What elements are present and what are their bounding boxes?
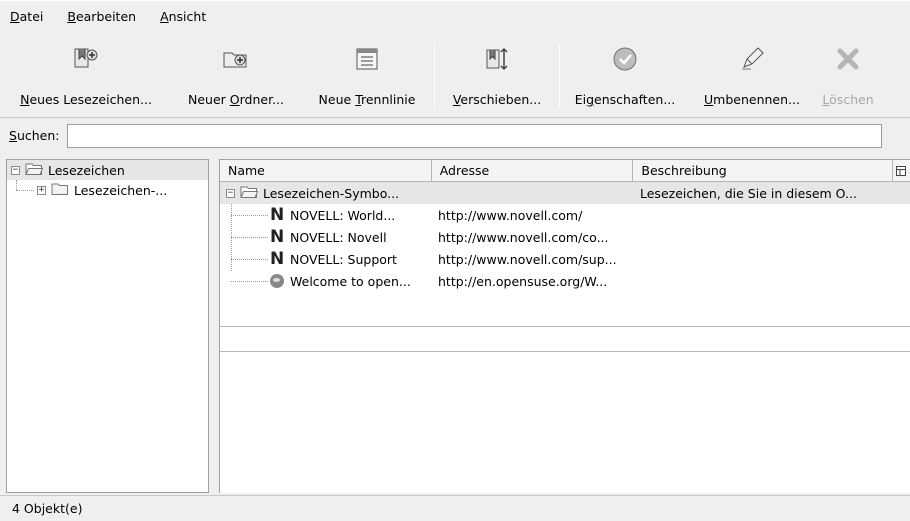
tree-item-label: Lesezeichen [48, 162, 125, 178]
folder-icon [51, 182, 69, 199]
tree-line [231, 237, 268, 238]
pencil-icon [739, 42, 765, 76]
folder-tree: − Lesezeichen + Lesezeichen-... [6, 159, 209, 493]
column-config-icon[interactable] [893, 160, 910, 181]
tree-item-root[interactable]: − Lesezeichen [7, 160, 208, 180]
list-separator [220, 326, 910, 327]
new-bookmark-button[interactable]: Neues Lesezeichen... [0, 40, 172, 114]
status-bar: 4 Objekt(e) [0, 495, 910, 521]
menu-bar: Datei Bearbeiten Ansicht [0, 0, 910, 32]
list-item-folder[interactable]: − Lesezeichen-Symbo... Lesezeichen, die … [220, 182, 910, 204]
new-folder-icon [222, 42, 250, 76]
new-folder-button[interactable]: Neuer Ordner... [172, 40, 300, 114]
properties-button[interactable]: Eigenschaften... [560, 40, 690, 114]
search-label: Suchen: [9, 128, 60, 143]
new-bookmark-icon [73, 42, 99, 76]
bookmark-name: NOVELL: Support [290, 251, 397, 267]
bookmark-address: http://www.novell.com/co... [438, 229, 609, 245]
column-header-name[interactable]: Name [220, 160, 432, 181]
checkmark-icon [612, 42, 638, 76]
move-button[interactable]: Verschieben... [435, 40, 559, 114]
rename-button[interactable]: Umbenennen... [690, 40, 814, 114]
bookmark-description: Lesezeichen, die Sie in diesem O... [640, 185, 857, 201]
bookmark-list: Name Adresse Beschreibung − Lesezeichen-… [219, 159, 910, 493]
tree-line [231, 259, 268, 260]
search-input[interactable] [67, 123, 883, 148]
tree-line [16, 190, 34, 191]
list-item-bookmark[interactable]: Welcome to open... http://en.opensuse.or… [220, 270, 910, 292]
column-header-address[interactable]: Adresse [432, 160, 634, 181]
delete-button[interactable]: Löschen [814, 40, 882, 114]
menu-datei[interactable]: Datei [10, 9, 43, 24]
collapse-icon[interactable]: − [11, 165, 20, 175]
opensuse-icon [270, 274, 284, 288]
list-item-bookmark[interactable]: N NOVELL: Support http://www.novell.com/… [220, 248, 910, 270]
menu-ansicht[interactable]: Ansicht [160, 9, 206, 24]
tree-item-child[interactable]: + Lesezeichen-... [7, 180, 208, 200]
list-item-bookmark[interactable]: N NOVELL: World... http://www.novell.com… [220, 204, 910, 226]
bookmark-name: NOVELL: Novell [290, 229, 387, 245]
novell-icon: N [270, 206, 285, 224]
menu-bearbeiten[interactable]: Bearbeiten [67, 9, 136, 24]
search-bar: Suchen: [0, 117, 910, 153]
bookmark-address: http://en.opensuse.org/W... [438, 273, 608, 289]
bookmark-address: http://www.novell.com/ [438, 207, 583, 223]
list-separator [220, 351, 910, 352]
new-separator-button[interactable]: Neue Trennlinie [300, 40, 434, 114]
status-text: 4 Objekt(e) [12, 501, 83, 516]
folder-open-icon [240, 185, 259, 202]
bookmark-name: Lesezeichen-Symbo... [263, 185, 400, 201]
delete-icon [836, 42, 860, 76]
expand-icon[interactable]: + [37, 185, 46, 195]
tree-line [16, 180, 17, 190]
collapse-icon[interactable]: − [226, 188, 235, 198]
column-header-description[interactable]: Beschreibung [633, 160, 894, 181]
bookmark-name: Welcome to open... [290, 273, 411, 289]
tree-line [231, 215, 268, 216]
list-item-bookmark[interactable]: N NOVELL: Novell http://www.novell.com/c… [220, 226, 910, 248]
toolbar: Neues Lesezeichen... Neuer Ordner... Neu… [0, 40, 910, 114]
novell-icon: N [270, 250, 285, 268]
bookmark-address: http://www.novell.com/sup... [438, 251, 617, 267]
novell-icon: N [270, 228, 285, 246]
bookmark-name: NOVELL: World... [290, 207, 396, 223]
tree-line [231, 281, 268, 282]
tree-item-label: Lesezeichen-... [74, 182, 168, 198]
move-icon [484, 42, 510, 76]
folder-open-icon [25, 162, 44, 179]
separator-icon [355, 42, 379, 76]
list-header: Name Adresse Beschreibung [220, 160, 910, 182]
